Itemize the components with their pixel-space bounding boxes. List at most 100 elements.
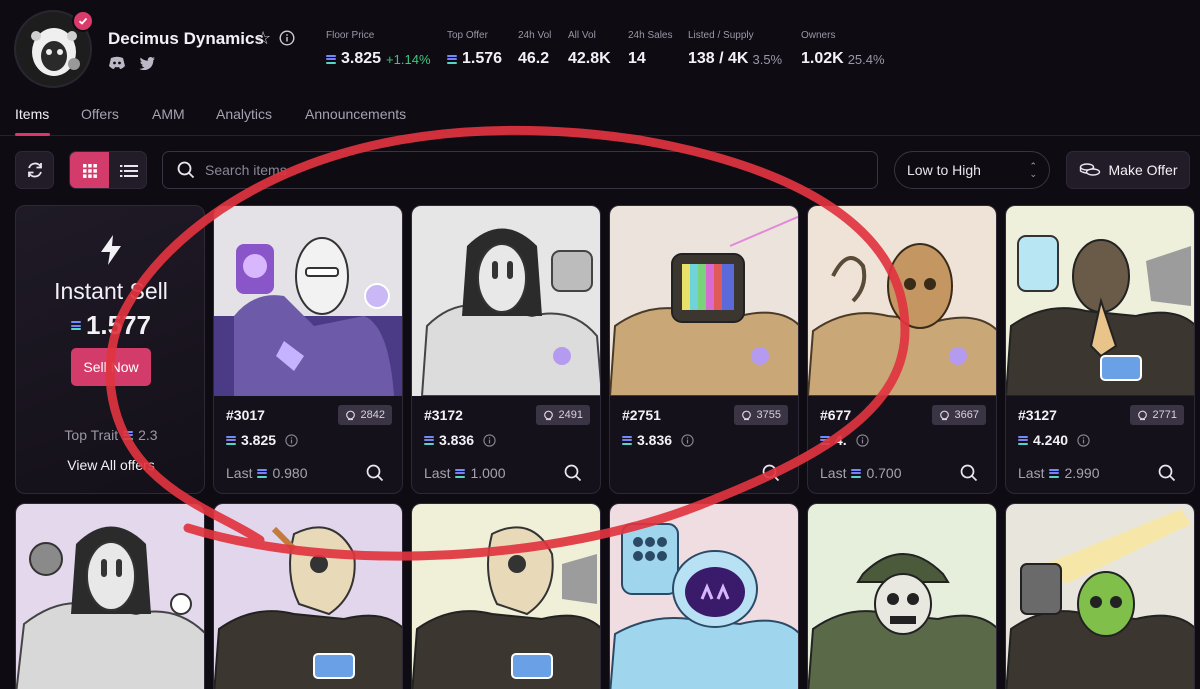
stat-sub: 3.5%	[752, 51, 783, 67]
sol-icon	[424, 435, 434, 445]
nft-card[interactable]	[411, 503, 601, 689]
nft-card[interactable]	[1005, 503, 1195, 689]
refresh-icon	[27, 162, 42, 178]
price-value: 4.240	[1033, 432, 1069, 448]
stat-label: Listed / Supply	[688, 30, 754, 41]
tab-amm[interactable]: AMM	[152, 106, 185, 122]
nft-card[interactable]	[213, 503, 403, 689]
top-trait-value: 2.3	[138, 427, 158, 443]
nft-card[interactable]: #677 3667 4. Last 0.700	[807, 205, 997, 494]
zoom-icon[interactable]	[762, 464, 780, 482]
rarity-rank: 3667	[931, 405, 986, 425]
last-label: Last	[820, 465, 847, 481]
rarity-rank: 2842	[337, 405, 392, 425]
stat-floor-price: Floor Price 3.825 +1.14%	[326, 30, 431, 68]
nft-image	[214, 206, 402, 396]
price-value: 3.825	[241, 432, 277, 448]
list-icon	[119, 165, 138, 177]
grid-view-button[interactable]	[70, 152, 109, 188]
nft-image	[1006, 504, 1194, 689]
nft-card[interactable]	[807, 503, 997, 689]
nft-image	[412, 504, 600, 689]
stat-value: 1.02K	[801, 50, 844, 67]
nft-card[interactable]: #3127 2771 4.240 Last 2.990	[1005, 205, 1195, 494]
tab-analytics[interactable]: Analytics	[216, 106, 272, 122]
collection-info-icon[interactable]	[279, 30, 295, 51]
stat-top-offer: Top Offer 1.576	[447, 30, 502, 68]
bolt-icon	[101, 235, 121, 265]
zoom-icon[interactable]	[960, 464, 978, 482]
stat-label: Owners	[801, 30, 836, 41]
rarity-icon	[543, 410, 553, 420]
make-offer-button[interactable]: Make Offer	[1066, 151, 1190, 189]
rank-value: 2842	[360, 409, 385, 421]
last-value: 2.990	[1064, 465, 1100, 481]
nft-image	[214, 504, 402, 689]
discord-icon[interactable]	[108, 56, 126, 75]
rarity-icon	[1137, 410, 1147, 420]
stat-value: 46.2	[518, 50, 550, 67]
tab-items[interactable]: Items	[15, 106, 49, 122]
stat-value: 42.8K	[568, 50, 611, 67]
stat-value: 138 / 4K	[688, 50, 749, 67]
rank-value: 2491	[558, 409, 583, 421]
rarity-rank: 3755	[733, 405, 788, 425]
search-icon	[177, 161, 195, 179]
nft-card[interactable]: #3017 2842 3.825 Last 0.980	[213, 205, 403, 494]
rarity-icon	[939, 410, 949, 420]
sort-icon: ⌃ ⌄	[1029, 161, 1037, 179]
info-icon[interactable]	[483, 433, 496, 447]
nft-image	[1006, 206, 1194, 396]
nft-card[interactable]: #3172 2491 3.836 Last 1.000	[411, 205, 601, 494]
last-sale: Last 2.990	[1018, 465, 1100, 481]
view-all-offers-link[interactable]: View All offers	[16, 457, 204, 473]
last-sale: Last 0.980	[226, 465, 308, 481]
last-sale: Last 1.000	[424, 465, 506, 481]
info-icon[interactable]	[681, 433, 694, 447]
zoom-icon[interactable]	[564, 464, 582, 482]
grid-icon	[82, 164, 97, 178]
nft-card[interactable]	[15, 503, 205, 689]
nft-card[interactable]	[609, 503, 799, 689]
info-icon[interactable]	[856, 433, 869, 447]
info-icon[interactable]	[1077, 433, 1090, 447]
zoom-icon[interactable]	[366, 464, 384, 482]
refresh-button[interactable]	[15, 151, 54, 189]
stat-label: Floor Price	[326, 30, 375, 41]
rank-value: 3667	[954, 409, 979, 421]
sol-icon	[851, 468, 862, 478]
instant-sell-title: Instant Sell	[54, 278, 168, 304]
stat-sub: 25.4%	[847, 51, 885, 67]
stat-label: Top Offer	[447, 30, 488, 41]
twitter-icon[interactable]	[139, 56, 155, 75]
nft-price: 3.836	[622, 432, 694, 448]
sell-now-button[interactable]: Sell Now	[71, 348, 151, 386]
instant-sell-value: 1.577	[85, 310, 152, 340]
nft-id: #3127	[1018, 407, 1057, 423]
stat-value: 1.576	[462, 50, 503, 67]
zoom-icon[interactable]	[1158, 464, 1176, 482]
stat-all-vol: All Vol 42.8K	[568, 30, 611, 68]
last-value: 0.980	[272, 465, 308, 481]
nft-id: #677	[820, 407, 852, 423]
list-view-button[interactable]	[109, 152, 146, 188]
nft-image	[412, 206, 600, 396]
sort-select[interactable]: Low to High ⌃ ⌄	[894, 151, 1050, 189]
info-icon[interactable]	[285, 433, 298, 447]
nft-card[interactable]: #2751 3755 3.836	[609, 205, 799, 494]
sol-icon	[123, 430, 134, 440]
active-tab-indicator	[15, 133, 50, 136]
last-label: Last	[1018, 465, 1045, 481]
tab-announcements[interactable]: Announcements	[305, 106, 406, 122]
top-trait-label: Top Trait	[64, 427, 119, 443]
stat-label: 24h Vol	[518, 30, 552, 41]
last-value: 1.000	[470, 465, 506, 481]
tab-offers[interactable]: Offers	[81, 106, 119, 122]
favorite-star-icon[interactable]: ☆	[255, 28, 271, 49]
nft-image	[808, 206, 996, 396]
sol-icon	[70, 321, 81, 330]
last-sale: Last 0.700	[820, 465, 902, 481]
stat-24h-vol: 24h Vol 46.2	[518, 30, 551, 68]
search-input[interactable]	[205, 162, 855, 178]
sort-label: Low to High	[907, 162, 981, 178]
